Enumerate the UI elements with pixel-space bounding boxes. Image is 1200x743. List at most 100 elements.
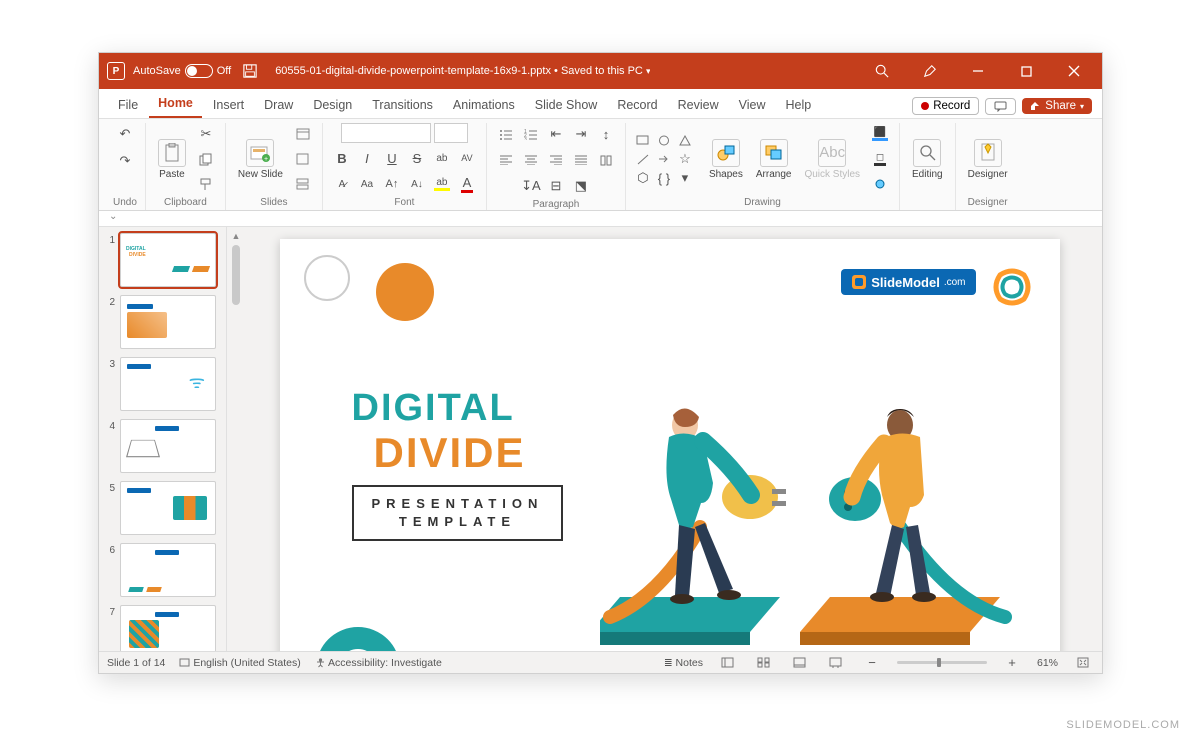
spacing-button[interactable]: AV xyxy=(456,147,478,169)
shape-effects-button[interactable] xyxy=(869,173,891,195)
tab-file[interactable]: File xyxy=(109,92,147,118)
tab-draw[interactable]: Draw xyxy=(255,92,302,118)
tab-design[interactable]: Design xyxy=(304,92,361,118)
tab-transitions[interactable]: Transitions xyxy=(363,92,442,118)
shape-hex-button[interactable]: ⬡ xyxy=(634,170,652,186)
change-case-button[interactable]: Aa xyxy=(356,173,378,195)
save-icon[interactable] xyxy=(239,60,261,82)
share-button[interactable]: Share▾ xyxy=(1022,98,1092,114)
shape-circle-button[interactable] xyxy=(655,132,673,148)
shape-line-button[interactable] xyxy=(634,151,652,167)
shape-fill-button[interactable]: ⬛ xyxy=(869,123,891,145)
indent-left-button[interactable]: ⇤ xyxy=(545,123,567,145)
justify-button[interactable] xyxy=(570,149,592,171)
clear-format-button[interactable]: A̷ xyxy=(331,173,353,195)
designer-button[interactable]: Designer xyxy=(964,135,1012,184)
accessibility-status[interactable]: Accessibility: Investigate xyxy=(315,657,442,669)
arrange-button[interactable]: Arrange xyxy=(752,135,796,184)
font-family-combo[interactable] xyxy=(341,123,431,143)
shape-outline-button[interactable]: ◻ xyxy=(869,148,891,170)
comments-button[interactable] xyxy=(985,98,1016,115)
thumbnail-1[interactable]: DIGITAL DIVIDE xyxy=(120,233,216,287)
record-button[interactable]: Record xyxy=(912,97,979,115)
zoom-out-button[interactable]: − xyxy=(861,652,883,674)
notes-button[interactable]: ≣ Notes xyxy=(664,657,703,669)
section-button[interactable] xyxy=(292,173,314,195)
underline-button[interactable]: U xyxy=(381,147,403,169)
bold-button[interactable]: B xyxy=(331,147,353,169)
shape-star-button[interactable]: ☆ xyxy=(676,151,694,167)
thumbnail-5[interactable] xyxy=(120,481,216,535)
shape-rect-button[interactable] xyxy=(634,132,652,148)
thumbnail-2[interactable] xyxy=(120,295,216,349)
shape-triangle-button[interactable] xyxy=(676,132,694,148)
tab-view[interactable]: View xyxy=(730,92,775,118)
new-slide-button[interactable]: + New Slide xyxy=(234,135,287,184)
search-icon[interactable] xyxy=(862,53,902,89)
tab-slideshow[interactable]: Slide Show xyxy=(526,92,607,118)
zoom-slider[interactable] xyxy=(897,661,987,664)
smartart-button[interactable]: ⬔ xyxy=(570,175,592,197)
shape-more-button[interactable]: ▾ xyxy=(676,170,694,186)
editing-button[interactable]: Editing xyxy=(908,135,947,184)
grow-font-button[interactable]: A↑ xyxy=(381,173,403,195)
normal-view-button[interactable] xyxy=(717,652,739,674)
zoom-in-button[interactable]: + xyxy=(1001,652,1023,674)
paste-button[interactable]: Paste xyxy=(154,135,190,184)
tab-review[interactable]: Review xyxy=(669,92,728,118)
thumbnail-4[interactable] xyxy=(120,419,216,473)
thumbnail-3[interactable]: ᯤ xyxy=(120,357,216,411)
text-direction-button[interactable]: ↧A xyxy=(520,175,542,197)
format-painter-button[interactable] xyxy=(195,173,217,195)
tab-help[interactable]: Help xyxy=(776,92,820,118)
highlight-button[interactable]: ab xyxy=(431,173,453,195)
slideshow-view-button[interactable] xyxy=(825,652,847,674)
reset-button[interactable] xyxy=(292,148,314,170)
ribbon-collapse-icon[interactable]: ⌄ xyxy=(99,211,1102,227)
undo-button[interactable]: ↶ xyxy=(114,123,136,145)
language-status[interactable]: English (United States) xyxy=(179,657,300,669)
zoom-level[interactable]: 61% xyxy=(1037,657,1058,669)
copy-button[interactable] xyxy=(195,148,217,170)
numbering-button[interactable]: 123 xyxy=(520,123,542,145)
italic-button[interactable]: I xyxy=(356,147,378,169)
shrink-font-button[interactable]: A↓ xyxy=(406,173,428,195)
thumbnail-scrollbar[interactable]: ▲ xyxy=(227,227,245,651)
tab-home[interactable]: Home xyxy=(149,90,202,118)
fit-to-window-button[interactable] xyxy=(1072,652,1094,674)
tab-record[interactable]: Record xyxy=(608,92,666,118)
line-spacing-button[interactable]: ↕ xyxy=(595,123,617,145)
bullets-button[interactable] xyxy=(495,123,517,145)
columns-button[interactable] xyxy=(595,149,617,171)
pen-icon[interactable] xyxy=(910,53,950,89)
autosave-toggle[interactable]: AutoSave Off xyxy=(133,64,231,78)
layout-button[interactable] xyxy=(292,123,314,145)
document-title[interactable]: 60555-01-digital-divide-powerpoint-templ… xyxy=(275,65,650,77)
align-center-button[interactable] xyxy=(520,149,542,171)
font-color-button[interactable]: A xyxy=(456,173,478,195)
reading-view-button[interactable] xyxy=(789,652,811,674)
maximize-button[interactable] xyxy=(1006,53,1046,89)
align-left-button[interactable] xyxy=(495,149,517,171)
shadow-button[interactable]: ab xyxy=(431,147,453,169)
redo-button[interactable]: ↷ xyxy=(114,150,136,172)
slide-editor[interactable]: DIGITAL DIVIDE PRESENTATION TEMPLATE Sli… xyxy=(280,239,1060,651)
indent-right-button[interactable]: ⇥ xyxy=(570,123,592,145)
shapes-button[interactable]: Shapes xyxy=(705,135,747,184)
align-right-button[interactable] xyxy=(545,149,567,171)
slide-counter[interactable]: Slide 1 of 14 xyxy=(107,657,165,669)
quick-styles-button[interactable]: AbcQuick Styles xyxy=(800,135,864,184)
tab-animations[interactable]: Animations xyxy=(444,92,524,118)
shape-brace-button[interactable]: { } xyxy=(655,170,673,186)
shape-arrow-button[interactable] xyxy=(655,151,673,167)
sorter-view-button[interactable] xyxy=(753,652,775,674)
font-size-combo[interactable] xyxy=(434,123,468,143)
thumbnail-6[interactable] xyxy=(120,543,216,597)
thumbnail-7[interactable] xyxy=(120,605,216,651)
cut-button[interactable]: ✂ xyxy=(195,123,217,145)
minimize-button[interactable] xyxy=(958,53,998,89)
tab-insert[interactable]: Insert xyxy=(204,92,253,118)
align-text-button[interactable]: ⊟ xyxy=(545,175,567,197)
strikethrough-button[interactable]: S xyxy=(406,147,428,169)
close-button[interactable] xyxy=(1054,53,1094,89)
